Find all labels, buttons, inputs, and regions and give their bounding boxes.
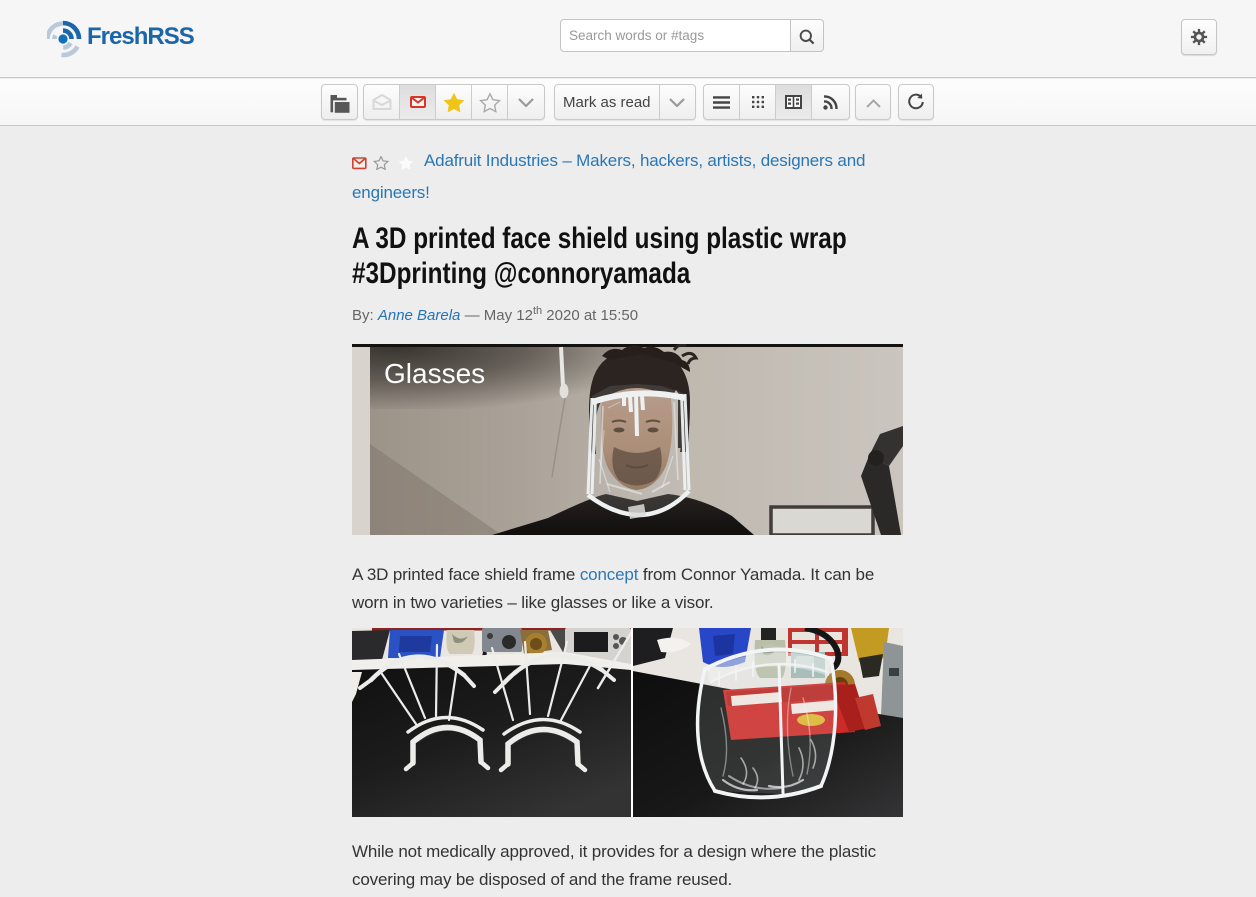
svg-text:Glasses: Glasses <box>384 358 485 389</box>
